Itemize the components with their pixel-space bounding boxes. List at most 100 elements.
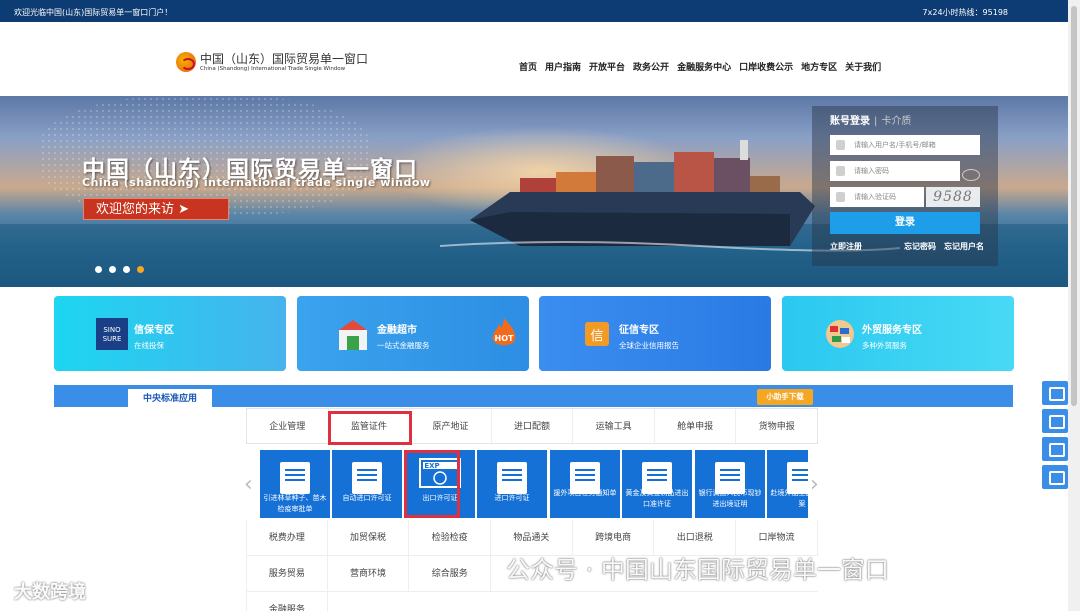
carousel-dot-3[interactable] bbox=[123, 266, 130, 273]
login-tabs: 账号登录 | 卡介质 bbox=[830, 112, 911, 127]
nav-item-port-fees[interactable]: 口岸收费公示 bbox=[739, 60, 793, 73]
nav-item-open-platform[interactable]: 开放平台 bbox=[589, 60, 625, 73]
tile-label: 银行调运人民币现钞进出境证明 bbox=[698, 489, 762, 508]
card-title: 征信专区 bbox=[619, 325, 659, 336]
grid-item-comprehensive[interactable]: 综合服务 bbox=[409, 556, 492, 591]
login-panel: 账号登录 | 卡介质 请输入用户名/手机号/邮箱 请输入密码 请输入验证码 9588… bbox=[812, 106, 998, 266]
nav-item-guide[interactable]: 用户指南 bbox=[545, 60, 581, 73]
nav-item-local-zone[interactable]: 地方专区 bbox=[801, 60, 837, 73]
captcha-image[interactable]: 9588 bbox=[926, 187, 980, 207]
card-finance-market[interactable]: HOT 金融超市 一站式金融服务 bbox=[297, 296, 529, 371]
nav-item-gov-affairs[interactable]: 政务公开 bbox=[633, 60, 669, 73]
page-scrollbar[interactable] bbox=[1068, 0, 1080, 611]
phone-float-icon[interactable] bbox=[1042, 409, 1068, 433]
tile-rmb-cash-cert[interactable]: 银行调运人民币现钞进出境证明 bbox=[695, 450, 765, 518]
captcha-field[interactable]: 请输入验证码 bbox=[830, 187, 924, 207]
nav-item-about[interactable]: 关于我们 bbox=[845, 60, 881, 73]
grid-item-inspection[interactable]: 检验检疫 bbox=[409, 520, 492, 555]
tile-import-license[interactable]: 进口许可证 bbox=[477, 450, 547, 518]
welcome-text: 欢迎光临中国(山东)国际贸易单一窗口门户！ bbox=[14, 8, 173, 17]
scroll-thumb[interactable] bbox=[1071, 6, 1077, 406]
tile-label: 进口许可证 bbox=[494, 494, 530, 502]
chat-float-icon[interactable] bbox=[1042, 381, 1068, 405]
username-placeholder: 请输入用户名/手机号/邮箱 bbox=[854, 141, 936, 149]
nav-item-home[interactable]: 首页 bbox=[519, 60, 537, 73]
card-title: 外贸服务专区 bbox=[862, 325, 922, 336]
cat-origin-cert[interactable]: 原产地证 bbox=[410, 409, 492, 443]
carousel-dot-2[interactable] bbox=[109, 266, 116, 273]
register-link[interactable]: 立即注册 bbox=[830, 241, 862, 252]
card-sub: 在线投保 bbox=[134, 341, 164, 350]
login-button[interactable]: 登录 bbox=[830, 212, 980, 234]
card-sub: 多种外贸服务 bbox=[862, 341, 907, 350]
lock-icon bbox=[836, 166, 845, 176]
grid-item-bonded[interactable]: 加贸保税 bbox=[328, 520, 410, 555]
hot-flame-icon: HOT bbox=[492, 318, 516, 346]
eye-toggle-icon[interactable] bbox=[962, 169, 980, 181]
carousel-dots bbox=[95, 266, 144, 273]
grid-item-finance[interactable]: 金融服务 bbox=[246, 592, 328, 611]
password-field[interactable]: 请输入密码 bbox=[830, 161, 960, 181]
tile-label: 赴境外加工复进口备案 bbox=[770, 489, 809, 508]
tile-label: 自动进口许可证 bbox=[342, 494, 392, 502]
page: 欢迎光临中国(山东)国际贸易单一窗口门户！ 7x24小时热线：95198 中国（… bbox=[0, 0, 1080, 611]
card-foreign-trade[interactable]: 外贸服务专区 多种外贸服务 bbox=[782, 296, 1014, 371]
grid-item-service-trade[interactable]: 服务贸易 bbox=[246, 556, 328, 591]
cat-goods-declaration[interactable]: 货物申报 bbox=[736, 409, 817, 443]
imp-card-icon bbox=[497, 462, 527, 494]
tile-overseas-processing[interactable]: 赴境外加工复进口备案 bbox=[767, 450, 808, 518]
grid-item-tax[interactable]: 税费办理 bbox=[246, 520, 328, 555]
header: 中国（山东）国际贸易单一窗口 China (Shandong) Internat… bbox=[0, 22, 1068, 96]
nav-item-finance-center[interactable]: 金融服务中心 bbox=[677, 60, 731, 73]
site-logo[interactable]: 中国（山东）国际贸易单一窗口 China (Shandong) Internat… bbox=[176, 50, 376, 76]
tab-central-standard-apps[interactable]: 中央标准应用 bbox=[128, 389, 212, 407]
tile-aid-project-notice[interactable]: 援外项目任务通知单 bbox=[550, 450, 620, 518]
credit-seal-icon: 信 bbox=[585, 322, 609, 346]
svg-text:信: 信 bbox=[590, 329, 603, 344]
tile-seed-quarantine[interactable]: 引进林草种子、苗木检疫审批单 bbox=[260, 450, 330, 518]
mail-float-icon[interactable] bbox=[1042, 465, 1068, 489]
tab-card-media[interactable]: 卡介质 bbox=[881, 116, 911, 127]
watermark-left: 大数跨境 bbox=[14, 582, 86, 603]
user-icon bbox=[836, 140, 845, 150]
bank-building-icon bbox=[339, 320, 367, 350]
forgot-password-link[interactable]: 忘记密码 bbox=[904, 241, 936, 252]
tab-account-login[interactable]: 账号登录 bbox=[830, 116, 870, 127]
tile-label: 黄金及黄金制品进出口准许证 bbox=[625, 489, 689, 508]
cat-import-quota[interactable]: 进口配额 bbox=[492, 409, 574, 443]
svg-text:SINO: SINO bbox=[103, 326, 121, 334]
welcome-button[interactable]: 欢迎您的来访 ➤ bbox=[83, 198, 229, 220]
svg-text:HOT: HOT bbox=[495, 334, 514, 343]
cat-enterprise-mgmt[interactable]: 企业管理 bbox=[247, 409, 329, 443]
card-title: 信保专区 bbox=[134, 325, 174, 336]
chevron-right-icon[interactable]: › bbox=[810, 472, 819, 497]
carousel-dot-1[interactable] bbox=[95, 266, 102, 273]
service-tiles: 引进林草种子、苗木检疫审批单 自动进口许可证 EXP 出口许可证 进口许可证 援… bbox=[260, 450, 808, 518]
shield-icon bbox=[836, 192, 845, 202]
svg-text:SURE: SURE bbox=[103, 335, 122, 343]
card-credit-info[interactable]: 信 征信专区 全球企业信用报告 bbox=[539, 296, 771, 371]
tile-label: 引进林草种子、苗木检疫审批单 bbox=[263, 494, 327, 513]
username-field[interactable]: 请输入用户名/手机号/邮箱 bbox=[830, 135, 980, 155]
grid-item-business-env[interactable]: 营商环境 bbox=[328, 556, 410, 591]
globe-flags-icon bbox=[826, 320, 854, 348]
card-title: 金融超市 bbox=[377, 325, 417, 336]
wechat-float-icon[interactable] bbox=[1042, 437, 1068, 461]
highlight-box-tile bbox=[404, 450, 460, 518]
cat-manifest[interactable]: 舱单申报 bbox=[655, 409, 737, 443]
card-sub: 全球企业信用报告 bbox=[619, 341, 679, 350]
captcha-placeholder: 请输入验证码 bbox=[854, 193, 896, 201]
document-icon bbox=[280, 462, 310, 494]
tile-auto-import-license[interactable]: 自动进口许可证 bbox=[332, 450, 402, 518]
banner-subtitle: China (shandong) international trade sin… bbox=[82, 176, 431, 189]
tile-gold-permit[interactable]: 黄金及黄金制品进出口准许证 bbox=[622, 450, 692, 518]
sinosure-logo-icon: SINOSURE bbox=[96, 318, 128, 350]
cat-transport[interactable]: 运输工具 bbox=[573, 409, 655, 443]
tab-separator: | bbox=[874, 116, 878, 127]
chevron-left-icon[interactable]: ‹ bbox=[244, 472, 253, 497]
carousel-dot-4[interactable] bbox=[137, 266, 144, 273]
logo-en-text: China (Shandong) International Trade Sin… bbox=[200, 66, 346, 72]
helper-download-button[interactable]: 小助手下载 bbox=[757, 389, 813, 405]
card-credit-insurance[interactable]: SINO SURE 信保专区 在线投保 bbox=[54, 296, 286, 371]
forgot-username-link[interactable]: 忘记用户名 bbox=[944, 241, 984, 252]
